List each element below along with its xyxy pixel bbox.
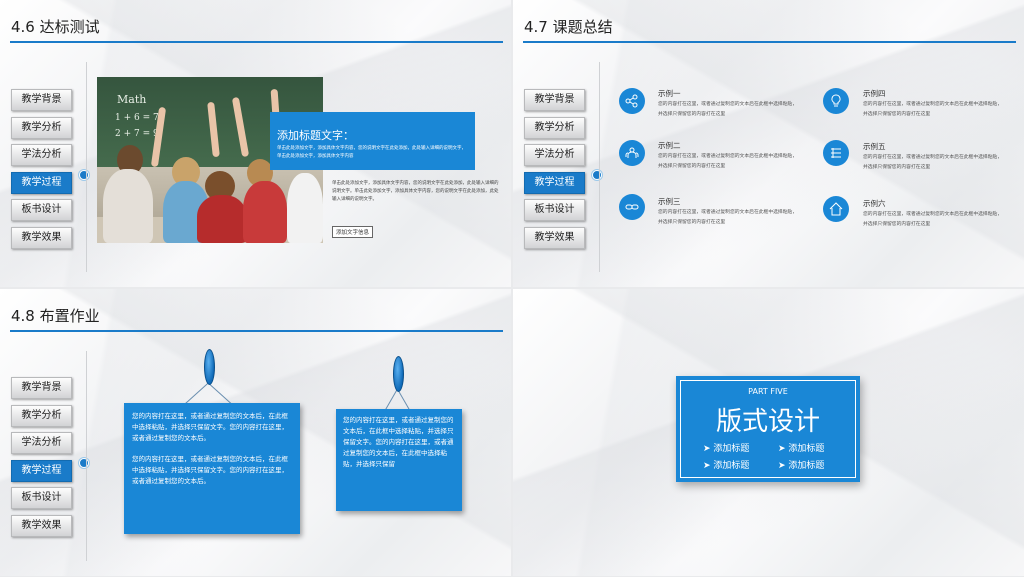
slide-4-8: 4.8 布置作业 教学背景 教学分析 学法分析 教学过程 板书设计 教学效果 您…	[0, 289, 511, 576]
menu-item-effect[interactable]: 教学效果	[11, 514, 72, 537]
student	[243, 181, 287, 243]
title-underline	[523, 41, 1016, 43]
part-link-label: 添加标题	[713, 444, 750, 454]
slide-4-6: 4.6 达标测试 教学背景 教学分析 学法分析 教学过程 板书设计 教学效果 M…	[0, 0, 511, 287]
section-menu: 教学背景 教学分析 学法分析 教学过程 板书设计 教学效果	[11, 377, 72, 542]
divider	[86, 351, 87, 561]
menu-item-board[interactable]: 板书设计	[11, 199, 72, 221]
example-text: 您的内容打在这里，或者通过复制您的文本后在此框中选择粘贴，并选择只保留您的内容打…	[658, 154, 798, 169]
menu-item-board[interactable]: 板书设计	[524, 199, 585, 221]
slide-title: 4.8 布置作业	[11, 307, 100, 325]
part-link[interactable]: ➤ 添加标题	[703, 441, 749, 454]
title-callout: 添加标题文字： 单击此处添加文字，添加具体文字内容，您的说明文字在此处添加，此处…	[270, 112, 475, 170]
student	[103, 169, 153, 243]
divider	[599, 62, 600, 272]
part-link-label: 添加标题	[713, 461, 750, 471]
example-title: 示例三	[658, 197, 681, 206]
note-text: 您的内容打在这里，或者通过复制您的文本后，在此框中选择粘贴，并选择只保留文字。您…	[132, 412, 288, 442]
section-menu: 教学背景 教学分析 学法分析 教学过程 板书设计 教学效果	[524, 89, 585, 254]
note-text: 您的内容打在这里，或者通过复制您的文本后，在此框中选择粘贴，并选择只保留文字。您…	[132, 455, 288, 485]
part-link-label: 添加标题	[788, 461, 825, 471]
active-indicator-icon	[79, 458, 89, 468]
example-title: 示例四	[863, 89, 886, 98]
arrow-icon: ➤	[703, 444, 714, 454]
callout-title: 添加标题文字：	[277, 129, 354, 142]
example-text: 您的内容打在这里，或者通过复制您的文本后在此框中选择粘贴，并选择只保留您的内容打…	[658, 102, 798, 117]
student	[287, 173, 323, 243]
menu-item-background[interactable]: 教学背景	[524, 89, 585, 111]
title-underline	[10, 41, 503, 43]
share-icon	[619, 88, 645, 114]
slide-4-7: 4.7 课题总结 教学背景 教学分析 学法分析 教学过程 板书设计 教学效果 示…	[513, 0, 1024, 287]
menu-item-method[interactable]: 学法分析	[524, 144, 585, 166]
example-text: 您的内容打在这里，或者通过复制您的文本后在此框中选择粘贴，并选择只保留您的内容打…	[863, 212, 1003, 227]
people-icon	[619, 140, 645, 166]
example-text: 您的内容打在这里，或者通过复制您的文本后在此框中选择粘贴，并选择只保留您的内容打…	[863, 155, 1003, 170]
menu-item-board[interactable]: 板书设计	[11, 487, 72, 509]
menu-item-analysis[interactable]: 教学分析	[11, 116, 72, 139]
menu-item-method[interactable]: 学法分析	[11, 144, 72, 166]
part-link[interactable]: ➤ 添加标题	[778, 458, 824, 471]
menu-item-process[interactable]: 教学过程	[524, 171, 585, 194]
example-title: 示例一	[658, 89, 681, 98]
menu-item-analysis[interactable]: 教学分析	[524, 116, 585, 139]
divider	[86, 62, 87, 272]
example-title: 示例五	[863, 142, 886, 151]
arrow-icon: ➤	[778, 461, 789, 471]
example-title: 示例二	[658, 141, 681, 150]
part-card-frame: PART FIVE 版式设计 ➤ 添加标题 ➤ 添加标题 ➤ 添加标题 ➤ 添加…	[680, 380, 856, 478]
note-text: 您的内容打在这里，或者通过复制您的文本后，在此框中选择粘贴，并选择只保留文字。您…	[343, 416, 454, 468]
part-link[interactable]: ➤ 添加标题	[778, 441, 824, 454]
title-underline	[10, 330, 503, 332]
active-indicator-icon	[592, 170, 602, 180]
menu-item-effect[interactable]: 教学效果	[11, 226, 72, 249]
note-card: 您的内容打在这里，或者通过复制您的文本后，在此框中选择粘贴，并选择只保留文字。您…	[124, 403, 300, 534]
part-title: 版式设计	[715, 407, 820, 437]
menu-item-background[interactable]: 教学背景	[11, 89, 72, 111]
arrow-icon: ➤	[778, 444, 789, 454]
add-info-button[interactable]: 添加文字信息	[332, 226, 374, 238]
bulb-icon	[823, 88, 849, 114]
section-menu: 教学背景 教学分析 学法分析 教学过程 板书设计 教学效果	[11, 89, 72, 254]
link-icon	[619, 194, 645, 220]
board-text: 1 + 6 = 7	[115, 113, 159, 123]
active-indicator-icon	[79, 170, 89, 180]
example-text: 您的内容打在这里，或者通过复制您的文本后在此框中选择粘贴，并选择只保留您的内容打…	[658, 210, 798, 225]
menu-item-process[interactable]: 教学过程	[11, 459, 72, 482]
body-text: 单击此处添加文字，添加具体文字内容，您的说明文字在此处添加，此处输入详细的说明文…	[332, 181, 499, 202]
example-text: 您的内容打在这里，或者通过复制您的文本后在此框中选择粘贴，并选择只保留您的内容打…	[863, 102, 1003, 117]
note-card: 您的内容打在这里，或者通过复制您的文本后，在此框中选择粘贴，并选择只保留文字。您…	[336, 409, 462, 511]
slide-part-five: PART FIVE 版式设计 ➤ 添加标题 ➤ 添加标题 ➤ 添加标题 ➤ 添加…	[513, 289, 1024, 576]
part-label: PART FIVE	[748, 387, 788, 396]
part-title-card: PART FIVE 版式设计 ➤ 添加标题 ➤ 添加标题 ➤ 添加标题 ➤ 添加…	[676, 376, 860, 482]
menu-item-analysis[interactable]: 教学分析	[11, 404, 72, 427]
student	[197, 195, 247, 243]
menu-item-process[interactable]: 教学过程	[11, 171, 72, 194]
arrow-icon: ➤	[703, 461, 714, 471]
slide-title: 4.7 课题总结	[524, 18, 613, 36]
list-icon	[823, 140, 849, 166]
slide-title: 4.6 达标测试	[11, 18, 100, 36]
part-link[interactable]: ➤ 添加标题	[703, 458, 749, 471]
menu-item-background[interactable]: 教学背景	[11, 377, 72, 399]
menu-item-method[interactable]: 学法分析	[11, 432, 72, 454]
part-link-label: 添加标题	[788, 444, 825, 454]
pin-icon	[204, 349, 215, 385]
board-text: Math	[117, 93, 147, 106]
board-text: 2 + 7 = 9	[115, 129, 159, 139]
example-title: 示例六	[863, 199, 886, 208]
callout-text: 单击此处添加文字，添加具体文字内容，您的说明文字在此处添加，此处输入详细的说明文…	[277, 146, 466, 159]
home-icon	[823, 196, 849, 222]
pin-icon	[393, 356, 404, 392]
menu-item-effect[interactable]: 教学效果	[524, 226, 585, 249]
